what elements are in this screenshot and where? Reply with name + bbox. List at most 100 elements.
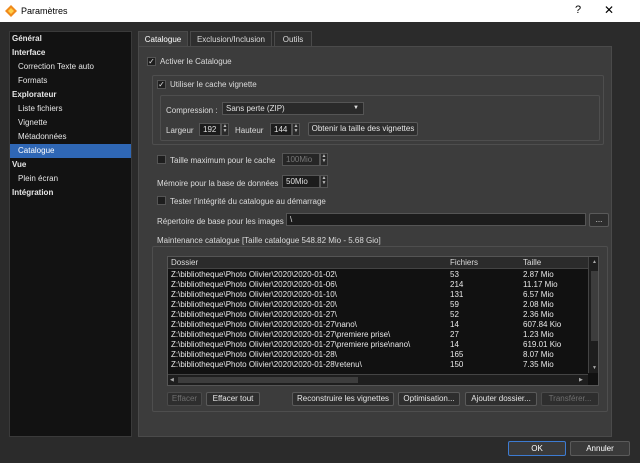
table-header: Dossier Fichiers Taille xyxy=(168,257,588,269)
width-input[interactable]: 192 xyxy=(199,123,221,136)
size-cell: 6.57 Mio xyxy=(523,290,554,299)
sidebar-item-plein-cran[interactable]: Plein écran xyxy=(10,172,131,186)
browse-button[interactable]: ... xyxy=(589,213,609,227)
catalogue-folder-table: Dossier Fichiers Taille Z:\bibliotheque\… xyxy=(167,256,599,386)
files-cell: 52 xyxy=(450,310,459,319)
sidebar-item-formats[interactable]: Formats xyxy=(10,74,131,88)
scroll-down-icon[interactable]: ▼ xyxy=(592,365,597,371)
table-row[interactable]: Z:\bibliotheque\Photo Olivier\2020\2020-… xyxy=(168,310,588,320)
thumbnail-cache-checkbox[interactable]: ✓ xyxy=(157,80,166,89)
table-row[interactable]: Z:\bibliotheque\Photo Olivier\2020\2020-… xyxy=(168,300,588,310)
column-header-files[interactable]: Fichiers xyxy=(450,258,478,267)
max-cache-input[interactable]: 100Mio xyxy=(282,153,320,166)
vertical-scroll-thumb[interactable] xyxy=(591,271,598,341)
db-memory-label: Mémoire pour la base de données xyxy=(157,179,279,188)
title-bar: Paramètres ? ✕ xyxy=(0,0,640,22)
scroll-right-icon[interactable]: ▶ xyxy=(579,377,583,383)
folder-cell: Z:\bibliotheque\Photo Olivier\2020\2020-… xyxy=(171,270,337,279)
size-cell: 619.01 Kio xyxy=(523,340,562,349)
files-cell: 14 xyxy=(450,320,459,329)
folder-cell: Z:\bibliotheque\Photo Olivier\2020\2020-… xyxy=(171,320,357,329)
ok-button[interactable]: OK xyxy=(508,441,566,456)
help-button[interactable]: ? xyxy=(575,4,581,16)
table-row[interactable]: Z:\bibliotheque\Photo Olivier\2020\2020-… xyxy=(168,350,588,360)
clear-button[interactable]: Effacer xyxy=(167,392,202,406)
folder-cell: Z:\bibliotheque\Photo Olivier\2020\2020-… xyxy=(171,280,337,289)
thumbnail-cache-label: Utiliser le cache vignette xyxy=(170,80,257,89)
chevron-down-icon: ▼ xyxy=(353,105,359,111)
add-folder-button[interactable]: Ajouter dossier... xyxy=(465,392,537,406)
integrity-check-checkbox[interactable] xyxy=(157,196,166,205)
files-cell: 150 xyxy=(450,360,464,369)
table-row[interactable]: Z:\bibliotheque\Photo Olivier\2020\2020-… xyxy=(168,340,588,350)
sidebar-item-correction-texte-auto[interactable]: Correction Texte auto xyxy=(10,60,131,74)
files-cell: 27 xyxy=(450,330,459,339)
folder-cell: Z:\bibliotheque\Photo Olivier\2020\2020-… xyxy=(171,310,337,319)
table-row[interactable]: Z:\bibliotheque\Photo Olivier\2020\2020-… xyxy=(168,320,588,330)
max-cache-checkbox[interactable] xyxy=(157,155,166,164)
integrity-check-label: Tester l'intégrité du catalogue au démar… xyxy=(170,197,326,206)
base-dir-input[interactable]: \ xyxy=(286,213,586,226)
compression-select[interactable]: Sans perte (ZIP) ▼ xyxy=(222,102,364,115)
optimize-button[interactable]: Optimisation... xyxy=(398,392,460,406)
table-row[interactable]: Z:\bibliotheque\Photo Olivier\2020\2020-… xyxy=(168,290,588,300)
sidebar-item-catalogue[interactable]: Catalogue xyxy=(10,144,131,158)
folder-cell: Z:\bibliotheque\Photo Olivier\2020\2020-… xyxy=(171,330,391,339)
folder-cell: Z:\bibliotheque\Photo Olivier\2020\2020-… xyxy=(171,350,337,359)
size-cell: 2.36 Mio xyxy=(523,310,554,319)
clear-all-button[interactable]: Effacer tout xyxy=(206,392,260,406)
maintenance-label: Maintenance catalogue [Taille catalogue … xyxy=(157,236,381,245)
table-row[interactable]: Z:\bibliotheque\Photo Olivier\2020\2020-… xyxy=(168,270,588,280)
tab-outils[interactable]: Outils xyxy=(274,31,312,47)
table-row[interactable]: Z:\bibliotheque\Photo Olivier\2020\2020-… xyxy=(168,330,588,340)
db-memory-input[interactable]: 50Mio xyxy=(282,175,320,188)
horizontal-scrollbar[interactable]: ◀ ▶ xyxy=(168,374,588,385)
size-cell: 8.07 Mio xyxy=(523,350,554,359)
sidebar-item-m-tadonn-es[interactable]: Métadonnées xyxy=(10,130,131,144)
activate-catalogue-checkbox[interactable]: ✓ xyxy=(147,57,156,66)
rebuild-thumbnails-button[interactable]: Reconstruire les vignettes xyxy=(292,392,394,406)
size-cell: 607.84 Kio xyxy=(523,320,562,329)
scroll-left-icon[interactable]: ◀ xyxy=(170,377,174,383)
horizontal-scroll-thumb[interactable] xyxy=(178,377,358,383)
sidebar-item-vue[interactable]: Vue xyxy=(10,158,131,172)
window-title: Paramètres xyxy=(21,6,68,16)
files-cell: 59 xyxy=(450,300,459,309)
height-input[interactable]: 144 xyxy=(270,123,292,136)
transfer-button[interactable]: Transférer... xyxy=(541,392,599,406)
folder-cell: Z:\bibliotheque\Photo Olivier\2020\2020-… xyxy=(171,290,337,299)
width-stepper[interactable]: ▲ ▼ xyxy=(221,123,229,136)
sidebar-item-interface[interactable]: Interface xyxy=(10,46,131,60)
height-stepper[interactable]: ▲ ▼ xyxy=(292,123,300,136)
app-logo-icon xyxy=(5,5,17,17)
sidebar-item-vignette[interactable]: Vignette xyxy=(10,116,131,130)
compression-label: Compression : xyxy=(166,106,218,115)
size-cell: 2.08 Mio xyxy=(523,300,554,309)
get-thumbnail-size-button[interactable]: Obtenir la taille des vignettes xyxy=(308,122,418,136)
max-cache-stepper[interactable]: ▲ ▼ xyxy=(320,153,328,166)
max-cache-label: Taille maximum pour le cache xyxy=(170,156,276,165)
close-button[interactable]: ✕ xyxy=(604,3,614,17)
sidebar-item-explorateur[interactable]: Explorateur xyxy=(10,88,131,102)
column-header-size[interactable]: Taille xyxy=(523,258,541,267)
height-label: Hauteur xyxy=(235,126,264,135)
tab-catalogue[interactable]: Catalogue xyxy=(138,31,188,47)
settings-category-list: Général Interface Correction Texte auto For… xyxy=(9,31,132,437)
column-header-folder[interactable]: Dossier xyxy=(171,258,198,267)
tab-exclusion-inclusion[interactable]: Exclusion/Inclusion xyxy=(190,31,272,47)
vertical-scrollbar[interactable]: ▲ ▼ xyxy=(588,257,598,373)
table-body: Z:\bibliotheque\Photo Olivier\2020\2020-… xyxy=(168,270,588,373)
sidebar-item-g-n-ral[interactable]: Général xyxy=(10,32,131,46)
base-dir-label: Répertoire de base pour les images xyxy=(157,217,284,226)
scroll-up-icon[interactable]: ▲ xyxy=(592,259,597,265)
activate-catalogue-label: Activer le Catalogue xyxy=(160,57,232,66)
db-memory-stepper[interactable]: ▲ ▼ xyxy=(320,175,328,188)
compression-select-value: Sans perte (ZIP) xyxy=(226,104,285,113)
sidebar-item-liste-fichiers[interactable]: Liste fichiers xyxy=(10,102,131,116)
table-row[interactable]: Z:\bibliotheque\Photo Olivier\2020\2020-… xyxy=(168,360,588,370)
folder-cell: Z:\bibliotheque\Photo Olivier\2020\2020-… xyxy=(171,360,362,369)
size-cell: 11.17 Mio xyxy=(523,280,558,289)
table-row[interactable]: Z:\bibliotheque\Photo Olivier\2020\2020-… xyxy=(168,280,588,290)
sidebar-item-int-gration[interactable]: Intégration xyxy=(10,186,131,200)
cancel-button[interactable]: Annuler xyxy=(570,441,630,456)
